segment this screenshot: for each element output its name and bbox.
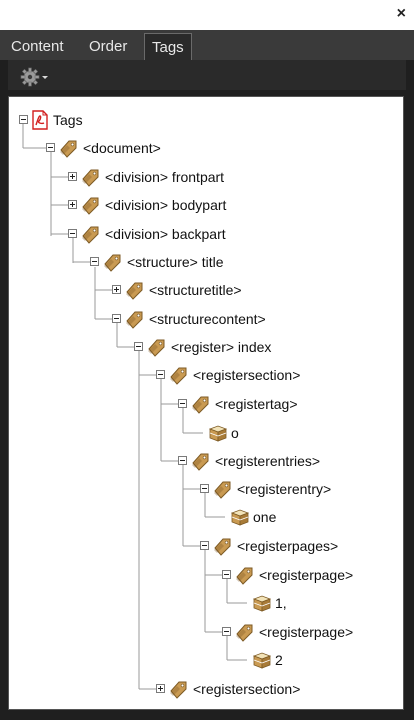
- tag-icon: [101, 251, 123, 273]
- tag-icon: [233, 621, 255, 643]
- tag-icon: [189, 450, 211, 472]
- tag-icon: [167, 678, 189, 700]
- tab-content[interactable]: Content: [4, 33, 71, 60]
- tree-node-label[interactable]: <registersection>: [193, 678, 300, 700]
- content-box-icon: [251, 649, 273, 671]
- tree-node-label[interactable]: <division> frontpart: [105, 166, 224, 188]
- tab-bar: Content Order Tags: [0, 30, 414, 61]
- collapse-toggle-icon[interactable]: [222, 627, 231, 636]
- collapse-toggle-icon[interactable]: [134, 342, 143, 351]
- collapse-toggle-icon[interactable]: [200, 541, 209, 550]
- tree-node-label[interactable]: <registerpage>: [259, 621, 353, 643]
- tree-node-label[interactable]: <division> bodypart: [105, 194, 226, 216]
- tag-icon: [79, 166, 101, 188]
- toolbar: [8, 60, 406, 90]
- collapse-toggle-icon[interactable]: [156, 370, 165, 379]
- collapse-toggle-icon[interactable]: [19, 115, 28, 124]
- tag-icon: [211, 535, 233, 557]
- tree-node-label[interactable]: <registerentries>: [215, 450, 320, 472]
- expand-toggle-icon[interactable]: [68, 172, 77, 181]
- tree-node-label[interactable]: <registersection>: [193, 364, 300, 386]
- expand-toggle-icon[interactable]: [68, 200, 77, 209]
- tag-icon: [79, 223, 101, 245]
- tree-node-label[interactable]: o: [231, 422, 239, 444]
- tree-node-label[interactable]: <structurecontent>: [149, 308, 266, 330]
- content-box-icon: [229, 506, 251, 528]
- collapse-toggle-icon[interactable]: [178, 399, 187, 408]
- tag-icon: [233, 564, 255, 586]
- tab-tags[interactable]: Tags: [144, 33, 192, 61]
- tree-node-label[interactable]: <structuretitle>: [149, 279, 242, 301]
- content-box-icon: [251, 592, 273, 614]
- collapse-toggle-icon[interactable]: [222, 570, 231, 579]
- collapse-toggle-icon[interactable]: [112, 314, 121, 323]
- tree-node-label[interactable]: <registerentry>: [237, 478, 331, 500]
- pdf-icon: [29, 109, 51, 131]
- tree-node-label[interactable]: <division> backpart: [105, 223, 226, 245]
- tree-node-label[interactable]: <registertag>: [215, 393, 298, 415]
- collapse-toggle-icon[interactable]: [200, 484, 209, 493]
- tag-icon: [79, 194, 101, 216]
- collapse-toggle-icon[interactable]: [178, 456, 187, 465]
- collapse-toggle-icon[interactable]: [46, 143, 55, 152]
- collapse-toggle-icon[interactable]: [68, 229, 77, 238]
- content-box-icon: [207, 422, 229, 444]
- tag-icon: [123, 308, 145, 330]
- tree-node-label[interactable]: <registerpage>: [259, 564, 353, 586]
- tags-panel-window: × Content Order Tags Tags <document> <di…: [0, 0, 414, 720]
- tree-node-label[interactable]: <registerpages>: [237, 535, 338, 557]
- title-bar: ×: [0, 0, 414, 30]
- tree-node-label[interactable]: <register> index: [171, 336, 271, 358]
- expand-toggle-icon[interactable]: [156, 684, 165, 693]
- expand-toggle-icon[interactable]: [112, 285, 121, 294]
- tree-node-label[interactable]: one: [253, 506, 276, 528]
- tag-icon: [145, 336, 167, 358]
- tag-icon: [123, 279, 145, 301]
- tree-node-label[interactable]: <structure> title: [127, 251, 224, 273]
- tag-icon: [189, 393, 211, 415]
- collapse-toggle-icon[interactable]: [90, 257, 99, 266]
- tree-node-label[interactable]: 2: [275, 649, 283, 671]
- tree-node-label[interactable]: 1,: [275, 592, 287, 614]
- tag-icon: [57, 137, 79, 159]
- tags-tree: Tags <document> <division> frontpart <divis…: [8, 96, 404, 710]
- close-icon[interactable]: ×: [397, 5, 406, 23]
- tree-node-label[interactable]: Tags: [53, 109, 83, 131]
- tab-order[interactable]: Order: [82, 33, 134, 60]
- tree-node-label[interactable]: <document>: [83, 137, 161, 159]
- tag-icon: [211, 478, 233, 500]
- options-gear-icon[interactable]: [20, 67, 50, 87]
- tag-icon: [167, 364, 189, 386]
